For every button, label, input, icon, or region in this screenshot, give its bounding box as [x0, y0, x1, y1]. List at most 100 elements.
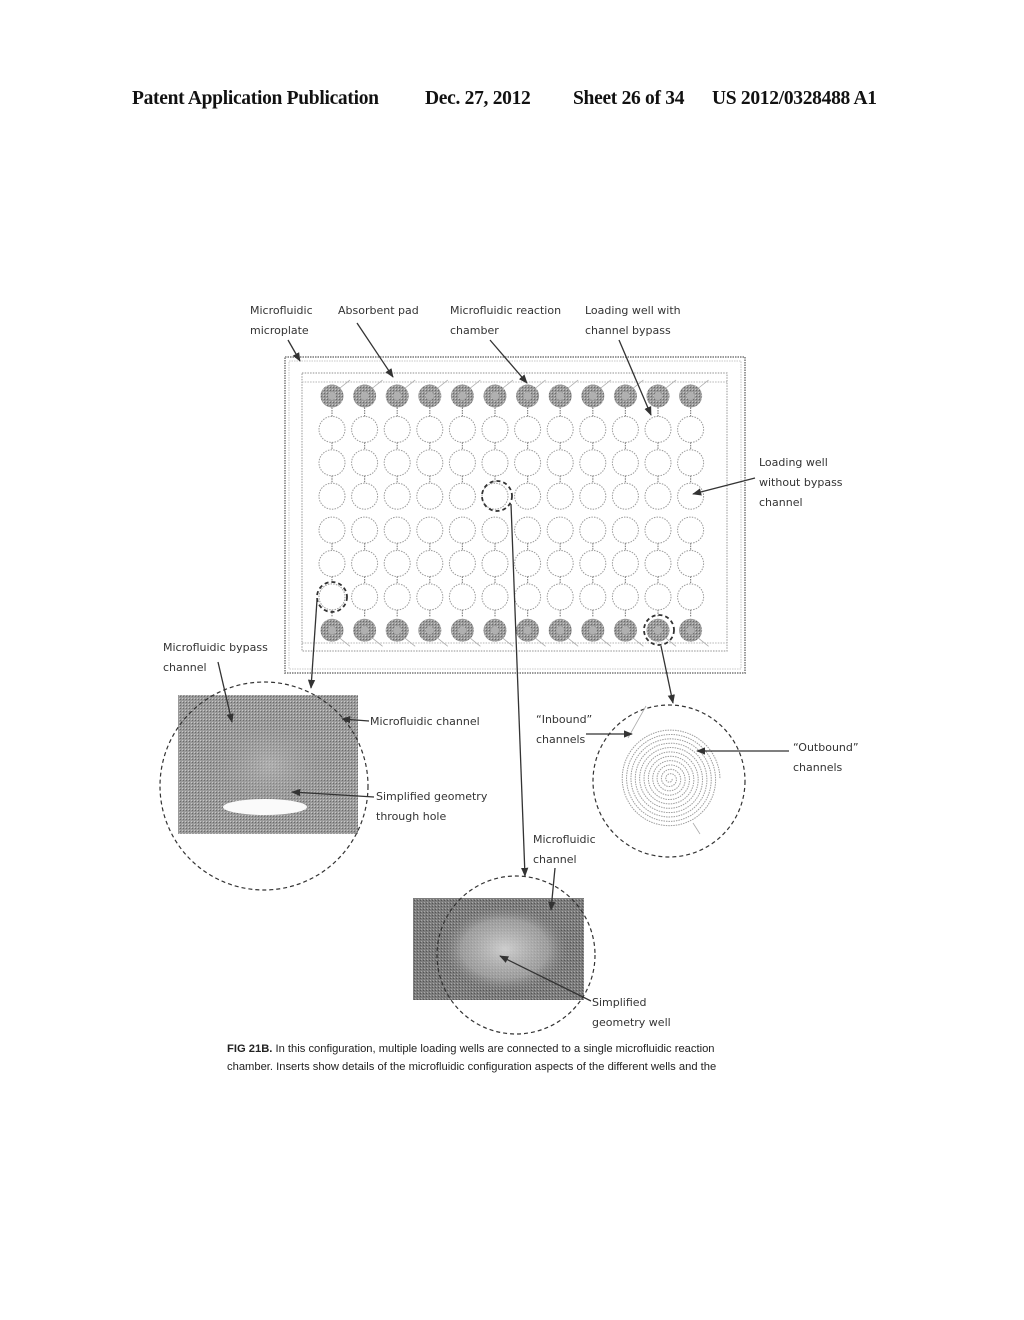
loading-well [514, 482, 542, 510]
loading-well [351, 415, 379, 443]
loading-well [416, 449, 444, 477]
label-inset1-channel: Microfluidic channel [370, 715, 480, 728]
pad-lead-line [698, 637, 709, 647]
loading-well [546, 449, 574, 477]
reaction-chamber-center [523, 626, 532, 635]
svg-text:channels: channels [536, 733, 586, 746]
pad-lead-line [404, 637, 416, 647]
loading-well [514, 516, 542, 544]
svg-text:channel: channel [759, 496, 803, 509]
arrow-to-inset-spiral [660, 645, 675, 704]
pad-lead-line [339, 379, 351, 389]
loading-well [416, 550, 444, 577]
loading-well [514, 415, 542, 443]
svg-text:channel: channel [533, 853, 577, 866]
loading-well [579, 415, 607, 443]
pad-lead-line [698, 379, 709, 389]
loading-well [416, 482, 444, 510]
pad-lead-line [437, 379, 449, 389]
loading-well [481, 550, 509, 577]
svg-text:through hole: through hole [376, 810, 446, 823]
svg-text:Microfluidic bypass: Microfluidic bypass [163, 641, 268, 654]
spiral-inlet-line [627, 705, 647, 739]
reaction-chamber-center [588, 392, 597, 400]
loading-well [318, 415, 346, 443]
pad-lead-line [470, 379, 481, 389]
loading-well [416, 415, 444, 443]
arrow-absorbent-pad [356, 322, 394, 378]
loading-well [611, 482, 639, 510]
loading-well [546, 516, 574, 544]
loading-well [448, 449, 476, 477]
highlight-bypass-well [316, 581, 348, 613]
reaction-chamber-center [425, 626, 434, 635]
pad-lead-line [502, 379, 514, 389]
loading-well [448, 516, 476, 544]
loading-well [448, 415, 476, 443]
loading-well [383, 482, 411, 510]
svg-text:channels: channels [793, 761, 843, 774]
loading-well [448, 583, 476, 611]
reaction-chamber-center [458, 626, 467, 635]
loading-well [677, 449, 705, 477]
pad-lead-line [404, 379, 416, 389]
loading-well [677, 516, 705, 544]
arrow-to-inset-chamber-well [510, 503, 529, 877]
through-hole-geometry [223, 799, 307, 815]
reaction-chamber-center [556, 626, 565, 635]
reaction-chamber-center [328, 392, 336, 400]
loading-well [546, 583, 574, 611]
svg-text:“Outbound”: “Outbound” [793, 741, 859, 754]
reaction-chamber-center [686, 626, 695, 635]
inset-geometry-well: Microfluidic channel Simplified geometry… [413, 833, 671, 1035]
reaction-chamber-center [393, 392, 402, 400]
reaction-chamber-center [360, 392, 369, 400]
label-loading-well-no-bypass: Loading well without bypass channel [759, 456, 843, 509]
spiral-channels [621, 729, 721, 827]
loading-well [579, 550, 607, 577]
reaction-chamber-center [425, 392, 434, 400]
loading-well [351, 482, 379, 510]
svg-text:channel bypass: channel bypass [585, 324, 671, 337]
pad-lead-line [535, 637, 546, 647]
loading-well [644, 583, 672, 611]
pad-lead-line [339, 637, 351, 647]
loading-well [383, 449, 411, 477]
reaction-chamber-center [556, 392, 565, 400]
loading-well [318, 449, 346, 477]
loading-well [579, 482, 607, 510]
label-inset3-geometry: Simplified geometry well [592, 996, 671, 1029]
reaction-chamber-center [686, 392, 695, 400]
loading-well [351, 583, 379, 611]
loading-well [579, 516, 607, 544]
svg-text:Microfluidic: Microfluidic [533, 833, 596, 846]
loading-well [644, 550, 672, 577]
loading-well [514, 449, 542, 477]
loading-well [644, 415, 672, 443]
loading-well [318, 516, 346, 544]
loading-well [351, 550, 379, 577]
loading-well [514, 550, 542, 577]
svg-text:channel: channel [163, 661, 207, 674]
loading-well [611, 415, 639, 443]
reaction-chamber-center [491, 392, 499, 400]
reaction-chamber-center [491, 626, 499, 635]
label-absorbent-pad: Absorbent pad [338, 304, 419, 317]
loading-well [514, 583, 542, 611]
loading-well [383, 516, 411, 544]
loading-well [611, 583, 639, 611]
pad-lead-line [372, 637, 383, 647]
inset-spiral-circle [592, 704, 746, 858]
svg-text:microplate: microplate [250, 324, 309, 337]
pad-lead-line [633, 637, 644, 647]
svg-text:without bypass: without bypass [759, 476, 843, 489]
figure-id: FIG 21B. [227, 1043, 272, 1055]
loading-well [579, 449, 607, 477]
caption-line-1: In this configuration, multiple loading … [272, 1043, 714, 1055]
loading-well [383, 583, 411, 611]
reaction-chamber-center [458, 392, 467, 400]
loading-well [644, 516, 672, 544]
loading-well [611, 516, 639, 544]
loading-well [481, 415, 509, 443]
pad-lead-line [600, 379, 612, 389]
